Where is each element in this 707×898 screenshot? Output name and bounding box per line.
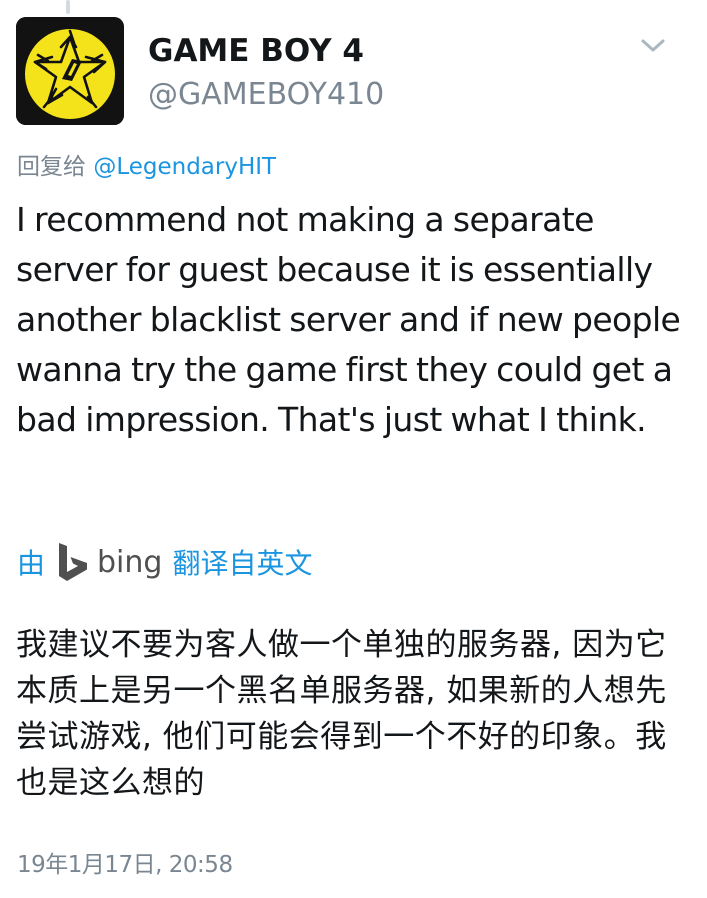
chevron-down-icon xyxy=(641,39,665,52)
tweet-text: I recommend not making a separate server… xyxy=(16,200,681,439)
star-emblem-icon xyxy=(16,17,124,125)
avatar[interactable] xyxy=(16,17,124,125)
author-handle[interactable]: @GAMEBOY410 xyxy=(148,77,384,113)
reply-prefix: 回复给 xyxy=(17,154,86,180)
translated-from-label[interactable]: 翻译自英文 xyxy=(172,542,312,582)
translation-provider: bing xyxy=(97,544,163,580)
reply-context: 回复给 @LegendaryHIT xyxy=(17,152,276,182)
translated-text: 我建议不要为客人做一个单独的服务器, 因为它本质上是另一个黑名单服务器, 如果新… xyxy=(16,627,667,801)
reply-mention-link[interactable]: @LegendaryHIT xyxy=(93,154,276,180)
thread-connector-line xyxy=(66,0,70,14)
tweet-detail: GAME BOY 4 @GAMEBOY410 回复给 @LegendaryHIT… xyxy=(0,0,707,898)
tweet-timestamp[interactable]: 19年1月17日, 20:58 xyxy=(17,849,233,881)
translation-attribution: 由 bing 翻译自英文 xyxy=(17,540,312,584)
tweet-menu-button[interactable] xyxy=(636,32,670,60)
translation-by-label: 由 xyxy=(17,547,46,580)
bing-logo-icon xyxy=(59,543,88,581)
author-display-name[interactable]: GAME BOY 4 xyxy=(148,33,364,69)
